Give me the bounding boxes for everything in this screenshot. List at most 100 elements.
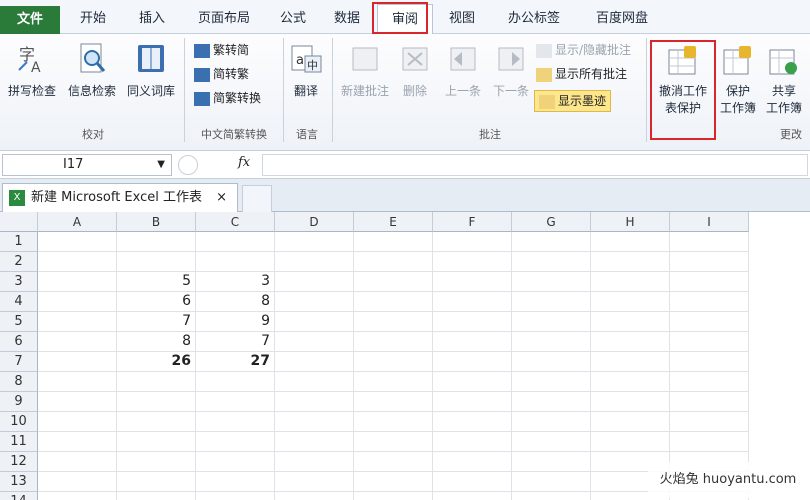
tab-office-tab[interactable]: 办公标签: [492, 4, 576, 34]
cell-D14[interactable]: [275, 492, 354, 500]
cell-G8[interactable]: [512, 372, 591, 392]
cell-F8[interactable]: [433, 372, 512, 392]
cell-D3[interactable]: [275, 272, 354, 292]
cell-E6[interactable]: [354, 332, 433, 352]
cell-D5[interactable]: [275, 312, 354, 332]
simp-to-trad-button[interactable]: 简转繁: [194, 64, 249, 84]
cell-F4[interactable]: [433, 292, 512, 312]
cell-H9[interactable]: [591, 392, 670, 412]
cell-A7[interactable]: [38, 352, 117, 372]
cell-E5[interactable]: [354, 312, 433, 332]
row-header[interactable]: 1: [0, 232, 38, 252]
cell-C7[interactable]: 27: [196, 352, 275, 372]
expand-handle[interactable]: [178, 155, 198, 175]
cell-D1[interactable]: [275, 232, 354, 252]
cell-B6[interactable]: 8: [117, 332, 196, 352]
cell-C12[interactable]: [196, 452, 275, 472]
cell-H4[interactable]: [591, 292, 670, 312]
cell-H2[interactable]: [591, 252, 670, 272]
cell-C6[interactable]: 7: [196, 332, 275, 352]
cell-B5[interactable]: 7: [117, 312, 196, 332]
tab-home[interactable]: 开始: [64, 4, 122, 34]
cell-I1[interactable]: [670, 232, 749, 252]
cell-D10[interactable]: [275, 412, 354, 432]
cell-D8[interactable]: [275, 372, 354, 392]
cell-E8[interactable]: [354, 372, 433, 392]
cell-B7[interactable]: 26: [117, 352, 196, 372]
cell-C13[interactable]: [196, 472, 275, 492]
cell-G1[interactable]: [512, 232, 591, 252]
cell-F6[interactable]: [433, 332, 512, 352]
column-header[interactable]: G: [512, 212, 591, 232]
cell-G10[interactable]: [512, 412, 591, 432]
workbook-tab[interactable]: X 新建 Microsoft Excel 工作表 ×: [2, 183, 238, 212]
cell-F7[interactable]: [433, 352, 512, 372]
cell-F1[interactable]: [433, 232, 512, 252]
cell-E2[interactable]: [354, 252, 433, 272]
cell-D7[interactable]: [275, 352, 354, 372]
tab-page-layout[interactable]: 页面布局: [182, 4, 266, 34]
column-header[interactable]: E: [354, 212, 433, 232]
cell-A8[interactable]: [38, 372, 117, 392]
row-header[interactable]: 13: [0, 472, 38, 492]
cell-I9[interactable]: [670, 392, 749, 412]
cell-G13[interactable]: [512, 472, 591, 492]
cell-H3[interactable]: [591, 272, 670, 292]
cell-F2[interactable]: [433, 252, 512, 272]
cell-A4[interactable]: [38, 292, 117, 312]
cell-I5[interactable]: [670, 312, 749, 332]
row-header[interactable]: 3: [0, 272, 38, 292]
cell-I11[interactable]: [670, 432, 749, 452]
cell-E1[interactable]: [354, 232, 433, 252]
tab-view[interactable]: 视图: [436, 4, 488, 34]
cell-A9[interactable]: [38, 392, 117, 412]
cell-D13[interactable]: [275, 472, 354, 492]
cell-I4[interactable]: [670, 292, 749, 312]
share-workbook-button[interactable]: 共享 工作簿: [762, 44, 806, 116]
cell-G2[interactable]: [512, 252, 591, 272]
new-comment-button[interactable]: 新建批注: [336, 44, 394, 99]
cell-A11[interactable]: [38, 432, 117, 452]
cell-D2[interactable]: [275, 252, 354, 272]
cell-E7[interactable]: [354, 352, 433, 372]
row-header[interactable]: 9: [0, 392, 38, 412]
trad-to-simp-button[interactable]: 繁转简: [194, 40, 249, 60]
delete-comment-button[interactable]: 删除: [396, 44, 434, 99]
cell-C14[interactable]: [196, 492, 275, 500]
cell-A2[interactable]: [38, 252, 117, 272]
cell-D4[interactable]: [275, 292, 354, 312]
cell-C1[interactable]: [196, 232, 275, 252]
row-header[interactable]: 12: [0, 452, 38, 472]
cell-F9[interactable]: [433, 392, 512, 412]
column-header[interactable]: C: [196, 212, 275, 232]
cell-F12[interactable]: [433, 452, 512, 472]
cell-B14[interactable]: [117, 492, 196, 500]
cell-A1[interactable]: [38, 232, 117, 252]
row-header[interactable]: 7: [0, 352, 38, 372]
cell-B10[interactable]: [117, 412, 196, 432]
formula-input[interactable]: [262, 154, 808, 176]
cell-C11[interactable]: [196, 432, 275, 452]
cell-H7[interactable]: [591, 352, 670, 372]
cell-E4[interactable]: [354, 292, 433, 312]
show-hide-comment-button[interactable]: 显示/隐藏批注: [536, 40, 631, 60]
cell-C5[interactable]: 9: [196, 312, 275, 332]
cell-I6[interactable]: [670, 332, 749, 352]
cell-I10[interactable]: [670, 412, 749, 432]
row-header[interactable]: 14: [0, 492, 38, 500]
cell-A12[interactable]: [38, 452, 117, 472]
cell-B8[interactable]: [117, 372, 196, 392]
cell-G11[interactable]: [512, 432, 591, 452]
cell-E10[interactable]: [354, 412, 433, 432]
cell-E11[interactable]: [354, 432, 433, 452]
cell-F11[interactable]: [433, 432, 512, 452]
select-all-corner[interactable]: [0, 212, 38, 232]
translate-button[interactable]: a中 翻译: [286, 42, 326, 99]
row-header[interactable]: 11: [0, 432, 38, 452]
spell-check-button[interactable]: 字A 拼写检查: [4, 42, 60, 99]
show-ink-button[interactable]: 显示墨迹: [534, 90, 612, 112]
previous-comment-button[interactable]: 上一条: [438, 44, 488, 99]
cell-G14[interactable]: [512, 492, 591, 500]
close-icon[interactable]: ×: [216, 184, 227, 211]
cell-B2[interactable]: [117, 252, 196, 272]
